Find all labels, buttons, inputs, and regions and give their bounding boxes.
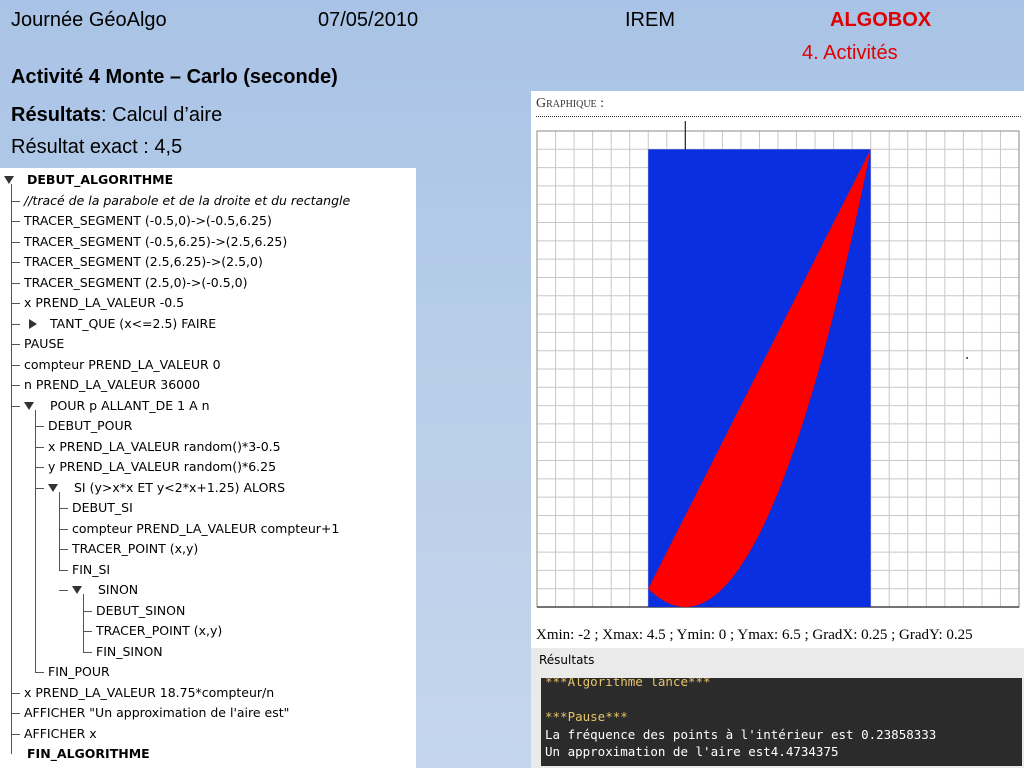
tree-node[interactable]: FIN_SI <box>72 560 110 580</box>
organization: IREM <box>625 9 675 31</box>
collapse-triangle-icon[interactable] <box>72 586 82 594</box>
collapse-triangle-icon[interactable] <box>24 401 34 410</box>
console-line: ***Pause*** <box>545 709 628 724</box>
graph-params: Xmin: -2 ; Xmax: 4.5 ; Ymin: 0 ; Ymax: 6… <box>536 627 973 643</box>
results-label: Résultats <box>11 104 102 126</box>
tree-branch-line <box>11 262 20 263</box>
tree-node[interactable]: DEBUT_ALGORITHME <box>27 170 173 190</box>
collapse-triangle-icon[interactable] <box>48 483 58 492</box>
tree-branch-line <box>11 733 20 735</box>
tree-branch-line <box>11 713 20 714</box>
tree-node[interactable]: SINON <box>98 580 138 600</box>
tree-node[interactable]: TRACER_SEGMENT (2.5,0)->(-0.5,0) <box>24 273 247 293</box>
tree-node[interactable]: x PREND_LA_VALEUR -0.5 <box>24 293 184 313</box>
tree-node[interactable]: FIN_ALGORITHME <box>27 744 150 764</box>
tree-branch-line <box>83 631 92 632</box>
tree-branch-line <box>11 692 20 694</box>
tree-branch-line <box>35 487 44 489</box>
tree-branch-line <box>83 610 92 612</box>
console-line: La fréquence des points à l'intérieur es… <box>545 726 937 742</box>
tree-guide-line <box>11 184 12 754</box>
tree-branch-line <box>11 405 20 407</box>
tree-node[interactable]: AFFICHER "Un approximation de l'aire est… <box>24 703 289 723</box>
tree-branch-line <box>11 303 20 304</box>
graph-canvas <box>536 121 1020 608</box>
tree-node[interactable]: n PREND_LA_VALEUR 36000 <box>24 375 200 395</box>
tree-node[interactable]: compteur PREND_LA_VALEUR 0 <box>24 355 221 375</box>
tree-node[interactable]: DEBUT_SINON <box>96 601 185 621</box>
exact-result: Résultat exact : 4,5 <box>11 136 183 158</box>
tree-branch-line <box>11 221 20 222</box>
tree-branch-line <box>11 241 20 243</box>
tree-branch-line <box>11 364 20 366</box>
tree-node[interactable]: TRACER_POINT (x,y) <box>72 539 198 559</box>
tree-branch-line <box>35 426 44 427</box>
results-heading: Résultats: Calcul d’aire <box>11 104 222 127</box>
tree-branch-line <box>11 200 20 202</box>
tree-branch-line <box>59 528 68 530</box>
page-title: Activité 4 Monte – Carlo (seconde) <box>11 66 338 88</box>
event-date: 07/05/2010 <box>318 9 419 31</box>
tree-branch-line <box>59 508 68 509</box>
tree-node[interactable]: POUR p ALLANT_DE 1 A n <box>50 396 210 416</box>
tree-node[interactable]: PAUSE <box>24 334 64 354</box>
tree-branch-line <box>11 282 20 284</box>
tree-branch-line <box>59 569 68 571</box>
tree-node[interactable]: x PREND_LA_VALEUR random()*3-0.5 <box>48 437 281 457</box>
expand-triangle-icon[interactable] <box>29 318 37 329</box>
tree-branch-line <box>83 651 92 653</box>
tree-branch-line <box>59 590 68 591</box>
tree-node[interactable]: SI (y>x*x ET y<2*x+1.25) ALORS <box>74 478 285 498</box>
console-line: Un approximation de l'aire est4.4734375 <box>545 744 839 759</box>
tree-node[interactable]: //tracé de la parabole et de la droite e… <box>24 191 350 211</box>
tree-node[interactable]: AFFICHER x <box>24 724 97 744</box>
results-panel-label: Résultats <box>539 653 595 667</box>
tree-node[interactable]: y PREND_LA_VALEUR random()*6.25 <box>48 457 276 477</box>
tree-branch-line <box>59 549 68 550</box>
tree-node[interactable]: x PREND_LA_VALEUR 18.75*compteur/n <box>24 683 274 703</box>
tree-node[interactable]: TRACER_SEGMENT (-0.5,0)->(-0.5,6.25) <box>24 211 272 231</box>
tree-node[interactable]: FIN_POUR <box>48 662 110 682</box>
tree-node[interactable]: TRACER_SEGMENT (2.5,6.25)->(2.5,0) <box>24 252 263 272</box>
tree-node[interactable]: TRACER_SEGMENT (-0.5,6.25)->(2.5,6.25) <box>24 232 287 252</box>
tree-node[interactable]: DEBUT_SI <box>72 498 133 518</box>
tree-branch-line <box>11 385 20 386</box>
graph-panel: Graphique : Xmin: -2 ; Xmax: 4.5 ; Ymin:… <box>531 91 1024 648</box>
collapse-triangle-icon[interactable] <box>4 176 14 184</box>
event-name: Journée GéoAlgo <box>11 9 167 31</box>
tree-node[interactable]: TRACER_POINT (x,y) <box>96 621 222 641</box>
section-name: 4. Activités <box>802 42 898 64</box>
tree-branch-line <box>35 446 44 448</box>
results-panel: Résultats ***Algorithme lancé*** ***Pause… <box>531 648 1024 768</box>
results-console[interactable]: ***Algorithme lancé*** ***Pause*** La fréq… <box>541 678 1022 766</box>
algorithm-tree[interactable]: DEBUT_ALGORITHME//tracé de la parabole e… <box>0 168 416 768</box>
tree-branch-line <box>11 344 20 345</box>
tree-branch-line <box>35 672 44 673</box>
tree-branch-line <box>35 467 44 468</box>
tree-node[interactable]: TANT_QUE (x<=2.5) FAIRE <box>50 314 216 334</box>
graph-heading: Graphique : <box>536 96 605 111</box>
console-line: ***Algorithme lancé*** <box>545 678 711 689</box>
tree-node[interactable]: FIN_SINON <box>96 642 163 662</box>
tree-guide-line <box>83 594 84 652</box>
tree-node[interactable]: compteur PREND_LA_VALEUR compteur+1 <box>72 519 339 539</box>
tree-guide-line <box>35 409 36 672</box>
tree-branch-line <box>11 323 20 325</box>
results-text: : Calcul d’aire <box>101 104 223 126</box>
stray-point <box>966 357 969 360</box>
brand-name: ALGOBOX <box>830 9 932 31</box>
graph-divider <box>536 116 1021 117</box>
tree-node[interactable]: DEBUT_POUR <box>48 416 132 436</box>
tree-guide-line <box>59 491 60 570</box>
